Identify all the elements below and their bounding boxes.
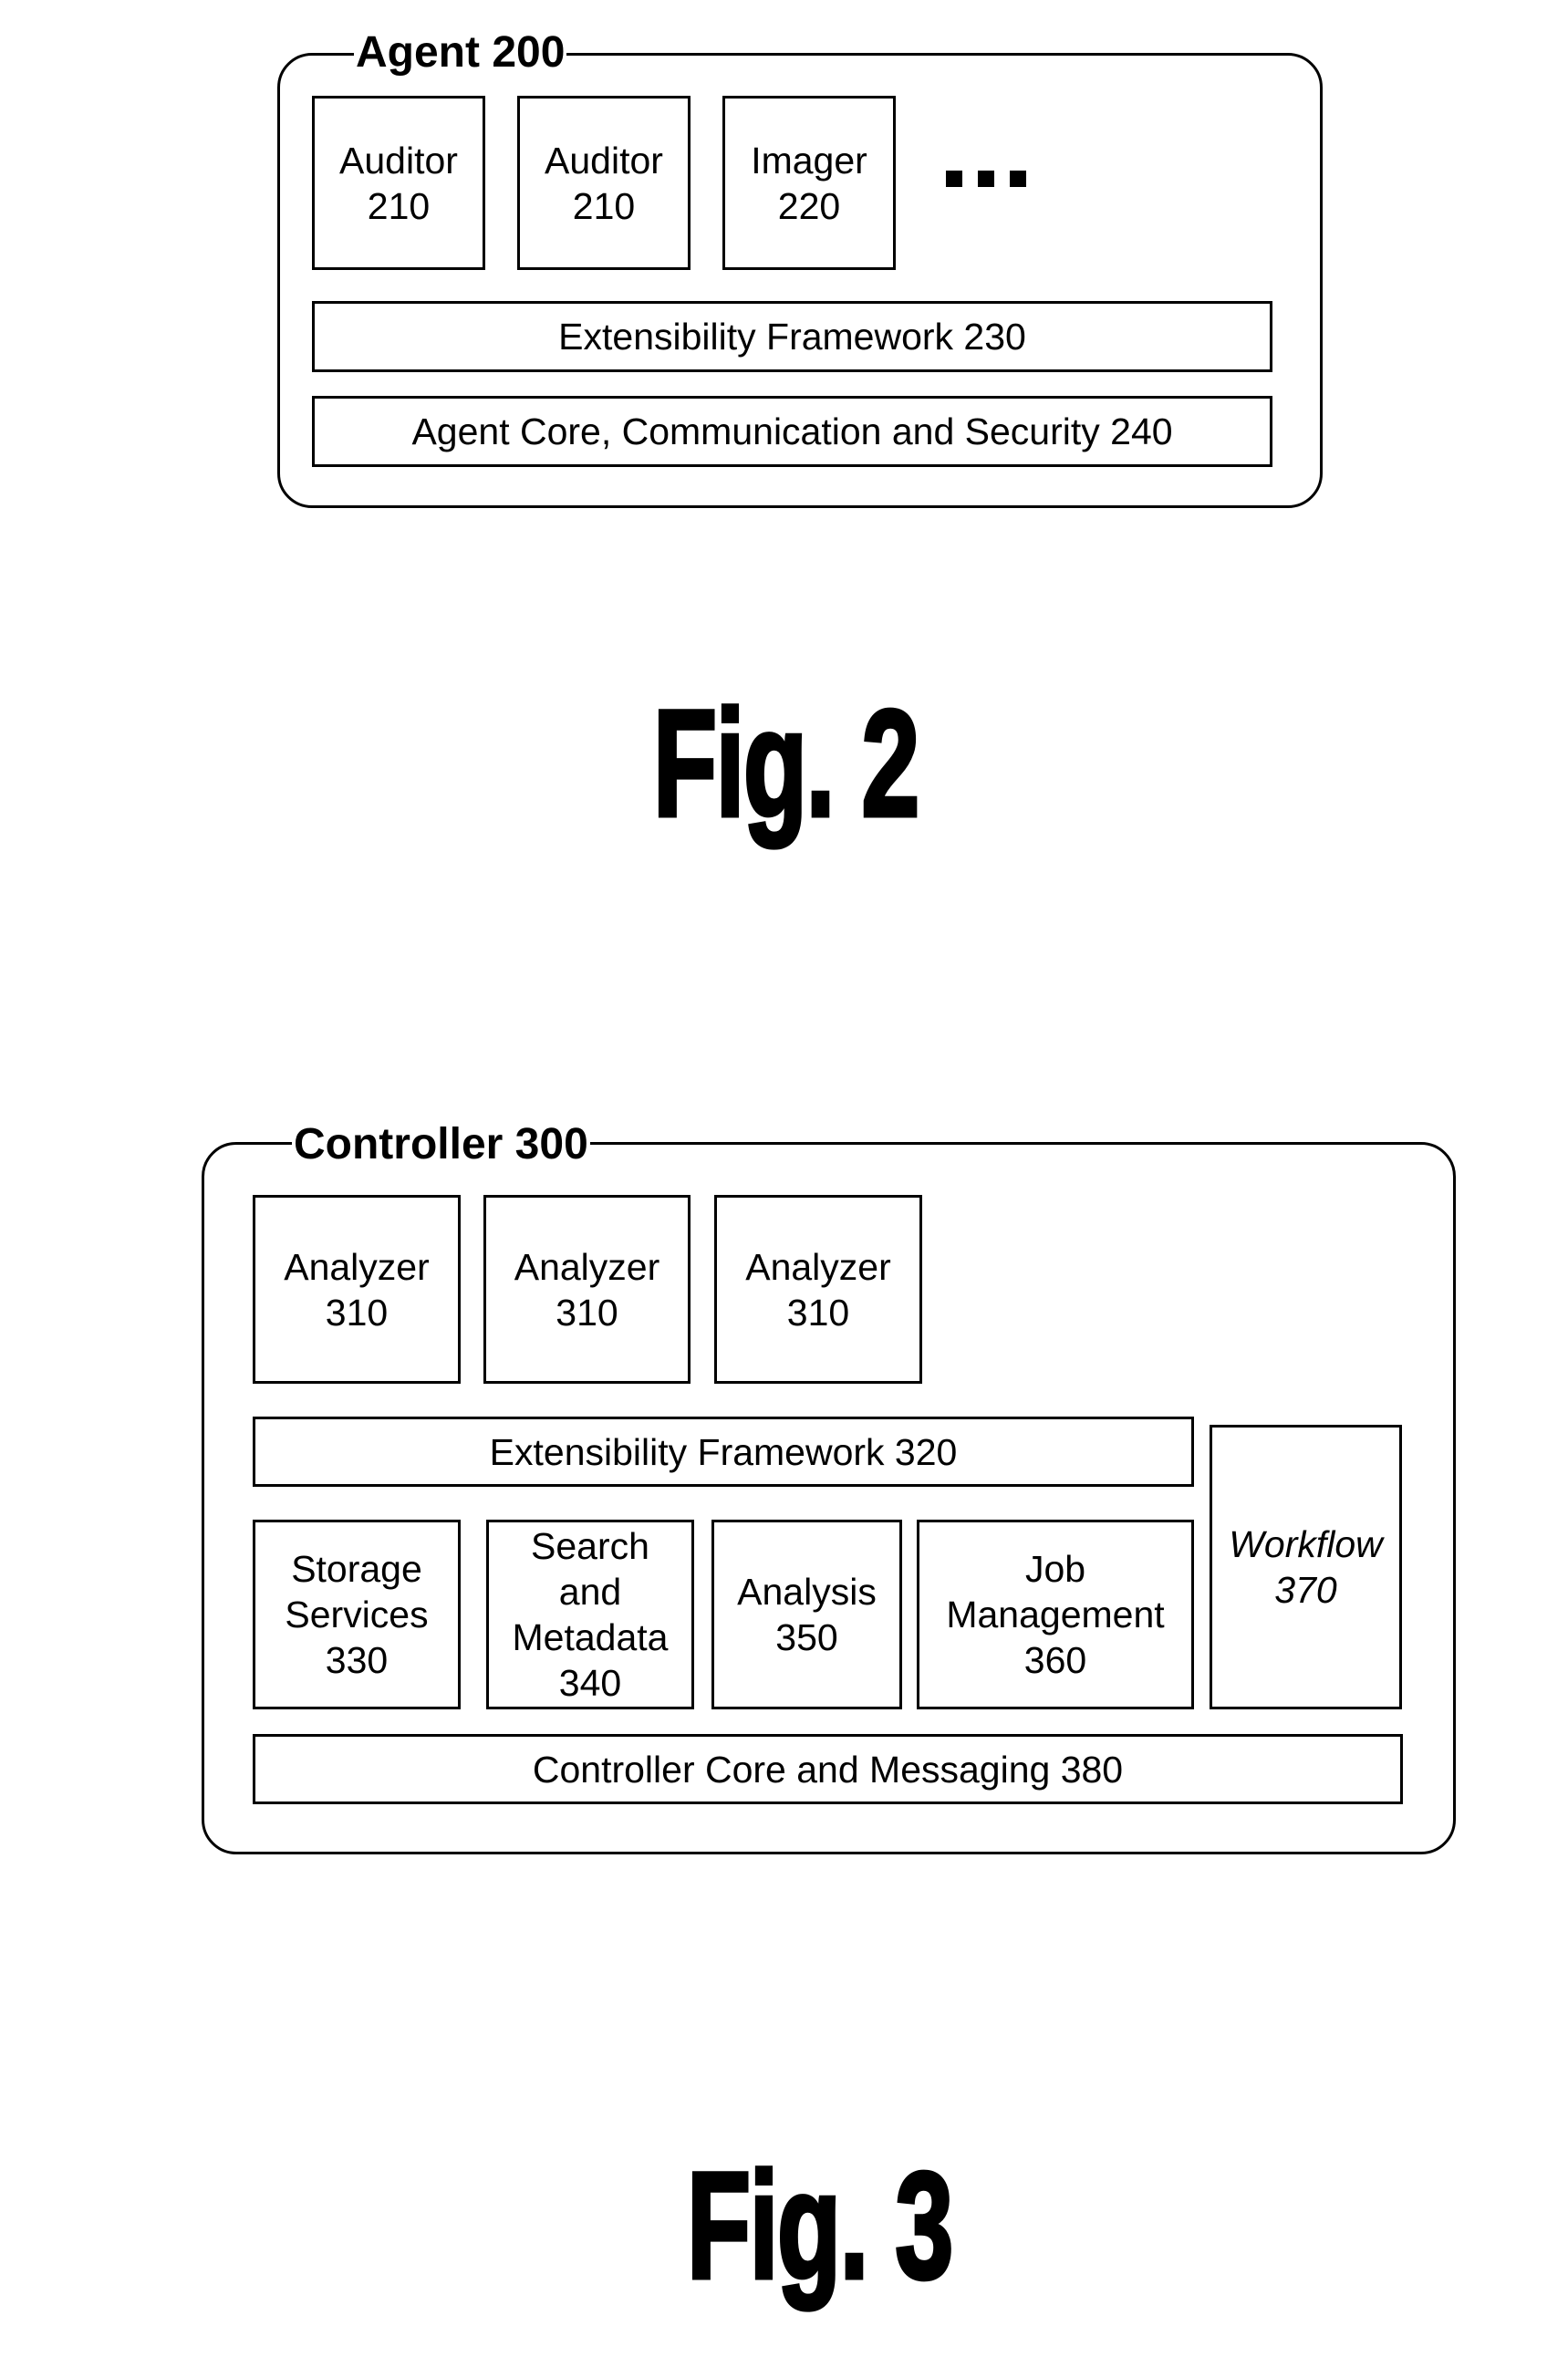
search-metadata-module: Search and Metadata 340 [486,1520,694,1709]
ellipsis-dot [1010,171,1026,187]
layer-label: Agent Core, Communication and Security 2… [411,410,1173,452]
module-name-line: Job [1024,1548,1086,1590]
analyzer-module: Analyzer 310 [253,1195,461,1384]
analyzer-module: Analyzer 310 [714,1195,922,1384]
job-management-module: Job Management 360 [917,1520,1194,1709]
layer-label: Controller Core and Messaging 380 [532,1748,1124,1791]
module-number: 340 [558,1662,622,1704]
module-number: 310 [325,1291,389,1334]
module-number: 330 [325,1639,389,1681]
figure-caption: Fig. 3 [685,2142,955,2310]
module-name-line: Metadata [512,1616,669,1658]
auditor-module: Auditor 210 [517,96,691,270]
module-number: 310 [556,1291,618,1334]
module-name-line: Search [531,1525,649,1567]
storage-services-module: Storage Services 330 [253,1520,461,1709]
layer-label: Extensibility Framework 320 [489,1430,958,1473]
module-name: Auditor [545,139,663,182]
module-name: Analyzer [284,1245,430,1288]
controller-core-layer: Controller Core and Messaging 380 [253,1734,1403,1804]
analyzer-module: Analyzer 310 [483,1195,691,1384]
module-name: Imager [751,139,867,182]
module-number: 360 [1023,1639,1087,1681]
imager-module: Imager 220 [722,96,896,270]
module-number: 310 [786,1291,850,1334]
layer-label: Extensibility Framework 230 [558,316,1026,358]
workflow-module: Workflow 370 [1210,1425,1402,1709]
module-name-line: Services [285,1594,429,1635]
agent-core-layer: Agent Core, Communication and Security 2… [312,396,1272,467]
extensibility-framework-layer: Extensibility Framework 230 [312,301,1272,372]
module-name: Workflow [1229,1523,1383,1565]
module-name-line: Storage [291,1548,422,1590]
module-number: 220 [777,184,841,227]
auditor-module: Auditor 210 [312,96,485,270]
module-name-line: Management [946,1594,1165,1635]
module-name: Auditor [339,139,458,182]
module-name-line: and [558,1571,622,1613]
module-number: 210 [367,184,431,227]
extensibility-framework-layer: Extensibility Framework 320 [253,1417,1194,1487]
module-name: Analyzer [745,1245,891,1288]
module-number: 370 [1274,1569,1337,1611]
module-number: 210 [572,184,636,227]
analysis-module: Analysis 350 [711,1520,902,1709]
ellipsis-dot [946,171,962,187]
module-name-line: Analysis [737,1571,877,1613]
agent-title: Agent 200 [354,28,567,77]
controller-title: Controller 300 [292,1120,590,1168]
module-name: Analyzer [514,1245,660,1288]
module-number: 350 [775,1616,838,1658]
figure-caption: Fig. 2 [651,680,921,848]
ellipsis-dot [978,171,994,187]
